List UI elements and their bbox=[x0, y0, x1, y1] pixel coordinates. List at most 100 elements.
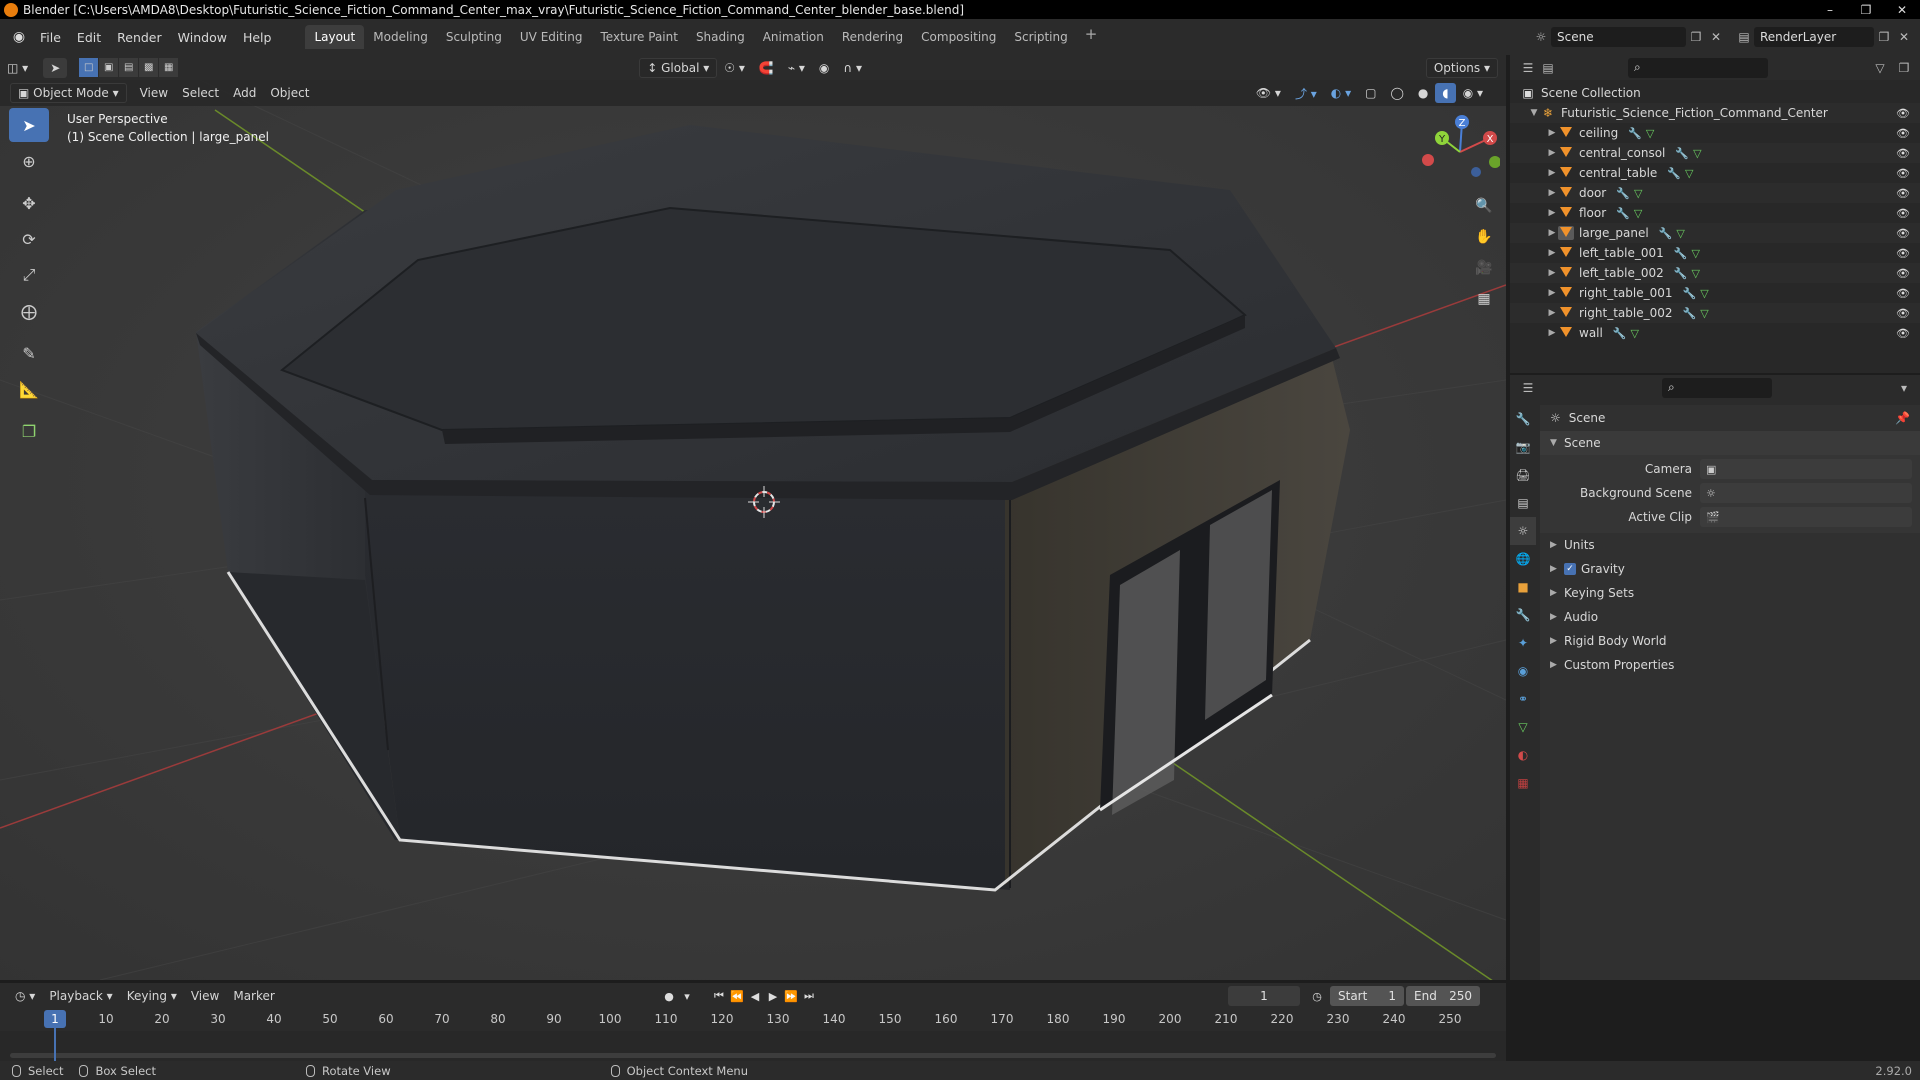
visibility-eye-icon[interactable]: 👁 bbox=[1896, 307, 1910, 320]
expand-arrow-icon[interactable]: ▶ bbox=[1546, 208, 1558, 218]
timeline-menu-keying[interactable]: Keying ▾ bbox=[120, 986, 184, 1006]
visibility-eye-icon[interactable]: 👁 bbox=[1896, 167, 1910, 180]
transform-tool-icon[interactable]: ⨁ bbox=[9, 294, 49, 328]
visibility-eye-icon[interactable]: 👁 bbox=[1896, 187, 1910, 200]
mesh-data-icon[interactable]: ▽ bbox=[1700, 287, 1712, 300]
tab-layout[interactable]: Layout bbox=[305, 25, 365, 49]
cursor-tool-icon[interactable]: ⊕ bbox=[9, 144, 49, 178]
navigation-gizmo[interactable]: Z X Y bbox=[1420, 110, 1500, 190]
visibility-eye-icon[interactable]: 👁 bbox=[1896, 207, 1910, 220]
delete-scene-icon[interactable]: ✕ bbox=[1706, 27, 1726, 47]
visibility-eye-icon[interactable]: 👁 bbox=[1896, 247, 1910, 260]
keying-sets-panel[interactable]: ▶ Keying Sets bbox=[1540, 581, 1920, 605]
menu-help[interactable]: Help bbox=[235, 30, 280, 45]
record-options-icon[interactable]: ▾ bbox=[678, 990, 696, 1003]
visibility-eye-icon[interactable]: 👁 bbox=[1896, 267, 1910, 280]
proportional-edit-icon[interactable]: ◉ bbox=[812, 58, 836, 78]
minimize-button[interactable]: – bbox=[1812, 0, 1848, 19]
editor-type-icon[interactable]: ◫ ▾ bbox=[0, 58, 35, 78]
falloff-icon[interactable]: ∩ ▾ bbox=[836, 58, 869, 78]
annotate-tool-icon[interactable]: ✎ bbox=[9, 336, 49, 370]
outliner-search-input[interactable]: ⌕ bbox=[1628, 57, 1768, 78]
playhead-line[interactable] bbox=[54, 1028, 56, 1061]
expand-arrow-icon[interactable]: ▶ bbox=[1546, 128, 1558, 138]
modifier-wrench-icon[interactable]: 🔧 bbox=[1683, 307, 1701, 320]
properties-options-icon[interactable]: ▾ bbox=[1894, 378, 1914, 398]
outliner-display-mode-icon[interactable]: ▤ bbox=[1538, 58, 1558, 78]
expand-arrow-icon[interactable]: ▶ bbox=[1546, 148, 1558, 158]
outliner-object-large-panel[interactable]: ▶ large_panel 🔧▽ 👁 bbox=[1510, 223, 1920, 243]
play-reverse-icon[interactable]: ◀ bbox=[746, 990, 764, 1003]
mesh-data-icon[interactable]: ▽ bbox=[1646, 127, 1658, 140]
filter-icon[interactable]: ▽ bbox=[1870, 58, 1890, 78]
particles-tab-icon[interactable]: ✦ bbox=[1510, 629, 1536, 657]
data-tab-icon[interactable]: ▽ bbox=[1510, 713, 1536, 741]
custom-properties-panel[interactable]: ▶ Custom Properties bbox=[1540, 653, 1920, 677]
ortho-grid-icon[interactable]: ▦ bbox=[1470, 285, 1498, 313]
output-tab-icon[interactable]: 🖨 bbox=[1510, 461, 1536, 489]
new-collection-icon[interactable]: ❐ bbox=[1894, 58, 1914, 78]
expand-arrow-icon[interactable]: ▶ bbox=[1546, 308, 1558, 318]
add-cube-tool-icon[interactable]: ❐ bbox=[9, 414, 49, 448]
mesh-data-icon[interactable]: ▽ bbox=[1691, 267, 1703, 280]
tab-modeling[interactable]: Modeling bbox=[364, 25, 437, 49]
expand-arrow-icon[interactable]: ▶ bbox=[1546, 288, 1558, 298]
rendered-shading-icon[interactable]: ◉ ▾ bbox=[1456, 83, 1490, 103]
mesh-data-icon[interactable]: ▽ bbox=[1691, 247, 1703, 260]
gizmo-neg-z[interactable] bbox=[1471, 167, 1481, 177]
record-icon[interactable]: ● bbox=[660, 990, 678, 1003]
modifier-wrench-icon[interactable]: 🔧 bbox=[1675, 147, 1693, 160]
outliner-object-right-table-001[interactable]: ▶ right_table_001 🔧▽ 👁 bbox=[1510, 283, 1920, 303]
expand-arrow-icon[interactable]: ▶ bbox=[1546, 188, 1558, 198]
next-keyframe-icon[interactable]: ⏩ bbox=[782, 990, 800, 1003]
outliner-object-ceiling[interactable]: ▶ ceiling 🔧▽ 👁 bbox=[1510, 123, 1920, 143]
outliner-object-right-table-002[interactable]: ▶ right_table_002 🔧▽ 👁 bbox=[1510, 303, 1920, 323]
expand-arrow-icon[interactable]: ▶ bbox=[1546, 328, 1558, 338]
delete-layer-icon[interactable]: ✕ bbox=[1894, 27, 1914, 47]
modifier-wrench-icon[interactable]: 🔧 bbox=[1683, 287, 1701, 300]
mesh-data-icon[interactable]: ▽ bbox=[1700, 307, 1712, 320]
scene-panel-header[interactable]: ▼ Scene bbox=[1540, 431, 1920, 455]
mesh-data-icon[interactable]: ▽ bbox=[1634, 207, 1646, 220]
outliner-object-door[interactable]: ▶ door 🔧▽ 👁 bbox=[1510, 183, 1920, 203]
visibility-icon[interactable]: 👁 ▾ bbox=[1249, 83, 1288, 103]
expand-arrow-icon[interactable]: ▼ bbox=[1528, 108, 1540, 118]
play-icon[interactable]: ▶ bbox=[764, 990, 782, 1003]
viewport-menu-add[interactable]: Add bbox=[226, 83, 263, 103]
jump-end-icon[interactable]: ⏭ bbox=[800, 989, 818, 1003]
snap-icon[interactable]: 🧲 bbox=[752, 58, 781, 78]
mesh-data-icon[interactable]: ▽ bbox=[1676, 227, 1688, 240]
expand-arrow-icon[interactable]: ▶ bbox=[1546, 168, 1558, 178]
properties-search-input[interactable]: ⌕ bbox=[1662, 377, 1772, 398]
timeline-menu-playback[interactable]: Playback ▾ bbox=[42, 986, 119, 1006]
pan-hand-icon[interactable]: ✋ bbox=[1470, 223, 1498, 251]
tab-uv-editing[interactable]: UV Editing bbox=[511, 25, 592, 49]
viewport-menu-view[interactable]: View bbox=[133, 83, 175, 103]
camera-view-icon[interactable]: 🎥 bbox=[1470, 254, 1498, 282]
texture-tab-icon[interactable]: ▦ bbox=[1510, 769, 1536, 797]
current-frame-indicator[interactable]: 1 bbox=[44, 1010, 66, 1028]
pivot-point-icon[interactable]: ☉ ▾ bbox=[717, 58, 752, 78]
zoom-icon[interactable]: 🔍 bbox=[1470, 192, 1498, 220]
outliner-object-wall[interactable]: ▶ wall 🔧▽ 👁 bbox=[1510, 323, 1920, 343]
3d-viewport[interactable]: User Perspective (1) Scene Collection | … bbox=[0, 80, 1506, 980]
gizmo-neg-x[interactable] bbox=[1422, 154, 1434, 166]
modifier-wrench-icon[interactable]: 🔧 bbox=[1613, 327, 1631, 340]
menu-edit[interactable]: Edit bbox=[69, 30, 109, 45]
modifier-wrench-icon[interactable]: 🔧 bbox=[1674, 267, 1692, 280]
preview-range-icon[interactable]: ◷ bbox=[1308, 990, 1326, 1003]
solid-shading-icon[interactable]: ● bbox=[1411, 83, 1435, 103]
start-frame-field[interactable]: Start 1 bbox=[1330, 986, 1404, 1006]
menu-file[interactable]: File bbox=[32, 30, 69, 45]
background-scene-field[interactable]: ☼ bbox=[1700, 483, 1912, 503]
modifier-wrench-icon[interactable]: 🔧 bbox=[1616, 187, 1634, 200]
modifier-wrench-icon[interactable]: 🔧 bbox=[1674, 247, 1692, 260]
end-frame-field[interactable]: End 250 bbox=[1406, 986, 1480, 1006]
units-panel[interactable]: ▶ Units bbox=[1540, 533, 1920, 557]
modifier-wrench-icon[interactable]: 🔧 bbox=[1667, 167, 1685, 180]
close-button[interactable]: ✕ bbox=[1884, 0, 1920, 19]
render-layer-field[interactable]: RenderLayer bbox=[1754, 27, 1874, 47]
tool-tab-icon[interactable]: 🔧 bbox=[1510, 405, 1536, 433]
view-layer-tab-icon[interactable]: ▤ bbox=[1510, 489, 1536, 517]
overlay-toggle-icon[interactable]: ◐ ▾ bbox=[1324, 83, 1358, 103]
